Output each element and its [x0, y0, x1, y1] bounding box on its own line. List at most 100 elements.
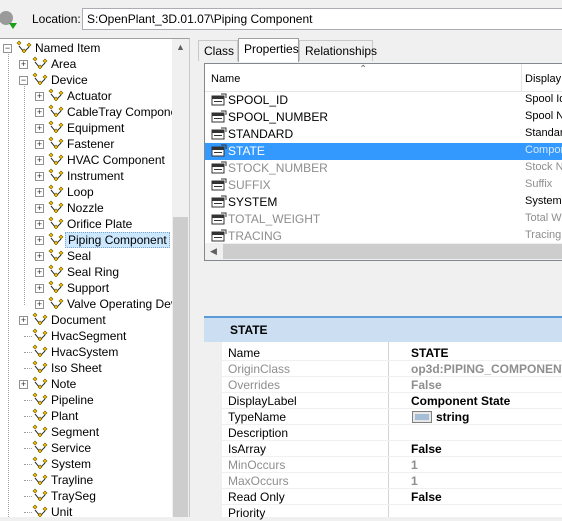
- app-status-icon[interactable]: [0, 8, 18, 30]
- tree-node-label[interactable]: HvacSegment: [49, 328, 128, 344]
- tree-node[interactable]: System: [0, 456, 172, 472]
- class-tree[interactable]: − Named Item + Area − Device + Actuator + CableTr…: [0, 38, 190, 517]
- tree-node[interactable]: + Equipment: [0, 120, 172, 136]
- expand-icon[interactable]: +: [19, 316, 28, 325]
- tree-node[interactable]: + Area: [0, 56, 172, 72]
- column-header-display-label[interactable]: Display L: [525, 73, 562, 85]
- tree-node[interactable]: Plant: [0, 408, 172, 424]
- expand-icon[interactable]: +: [35, 252, 44, 261]
- tree-node[interactable]: + Nozzle: [0, 200, 172, 216]
- list-scroll-thumb[interactable]: [223, 244, 562, 259]
- expand-icon[interactable]: +: [35, 92, 44, 101]
- tree-node[interactable]: Iso Sheet: [0, 360, 172, 376]
- tree-node-label[interactable]: Device: [49, 72, 90, 88]
- detail-row[interactable]: Read Only False: [222, 489, 562, 505]
- property-row[interactable]: SPOOL_NUMBER Spool Nu: [205, 109, 562, 126]
- tree-node-label[interactable]: Equipment: [65, 120, 126, 136]
- detail-row[interactable]: OriginClass op3d:PIPING_COMPONENT: [222, 361, 562, 377]
- property-row[interactable]: TOTAL_WEIGHT Total We: [205, 211, 562, 228]
- detail-value[interactable]: Component State: [411, 394, 510, 408]
- tree-node-label[interactable]: TraySeg: [49, 488, 98, 504]
- property-list[interactable]: ⌃ Name Display L SPOOL_ID Spool Id SPOOL_N…: [204, 63, 562, 261]
- expand-icon[interactable]: +: [35, 188, 44, 197]
- detail-value[interactable]: string: [436, 410, 469, 424]
- collapse-icon[interactable]: −: [3, 44, 12, 53]
- tree-node[interactable]: Segment: [0, 424, 172, 440]
- tree-node[interactable]: Pipeline: [0, 392, 172, 408]
- tree-node-label[interactable]: Valve Operating Devi: [65, 296, 182, 312]
- property-details-grid[interactable]: Name STATE OriginClass op3d:PIPING_COMPONEN…: [204, 342, 562, 521]
- expand-icon[interactable]: +: [35, 300, 44, 309]
- tree-node-label[interactable]: System: [49, 456, 93, 472]
- tree-node[interactable]: − Device: [0, 72, 172, 88]
- expand-icon[interactable]: +: [35, 156, 44, 165]
- tree-node-label[interactable]: CableTray Component: [65, 104, 189, 120]
- tree-scroll-thumb[interactable]: [173, 217, 188, 517]
- tree-node-label[interactable]: Orifice Plate: [65, 216, 134, 232]
- tree-scrollbar[interactable]: ▲: [172, 39, 189, 517]
- column-divider[interactable]: [521, 64, 522, 92]
- tree-node[interactable]: + HVAC Component: [0, 152, 172, 168]
- expand-icon[interactable]: +: [19, 380, 28, 389]
- tree-node-label[interactable]: Plant: [49, 408, 80, 424]
- scroll-left-arrow-icon[interactable]: ◀: [205, 243, 222, 260]
- tree-node[interactable]: − Named Item: [0, 40, 172, 56]
- expand-icon[interactable]: +: [19, 60, 28, 69]
- tree-node-label[interactable]: Instrument: [65, 168, 126, 184]
- expand-icon[interactable]: +: [35, 204, 44, 213]
- tree-node-label[interactable]: Unit: [49, 504, 74, 517]
- tree-node-label[interactable]: Nozzle: [65, 200, 106, 216]
- detail-value[interactable]: False: [411, 378, 442, 392]
- detail-value[interactable]: False: [411, 490, 442, 504]
- property-row[interactable]: SYSTEM System: [205, 194, 562, 211]
- detail-row[interactable]: IsArray False: [222, 441, 562, 457]
- tree-node[interactable]: + CableTray Component: [0, 104, 187, 120]
- tree-node[interactable]: TraySeg: [0, 488, 172, 504]
- tab-relationships[interactable]: Relationships: [299, 40, 377, 61]
- expand-icon[interactable]: +: [35, 124, 44, 133]
- detail-row[interactable]: DisplayLabel Component State: [222, 393, 562, 409]
- tree-node[interactable]: + Note: [0, 376, 172, 392]
- tree-node-label[interactable]: Area: [49, 56, 78, 72]
- expand-icon[interactable]: +: [35, 236, 44, 245]
- scroll-up-arrow-icon[interactable]: ▲: [172, 39, 189, 56]
- detail-row[interactable]: MaxOccurs 1: [222, 473, 562, 489]
- expand-icon[interactable]: +: [35, 172, 44, 181]
- column-header-name[interactable]: Name: [211, 73, 240, 85]
- list-horizontal-scrollbar[interactable]: ◀: [205, 243, 562, 260]
- tree-node-label[interactable]: Piping Component: [65, 232, 170, 248]
- expand-icon[interactable]: +: [35, 284, 44, 293]
- expand-icon[interactable]: +: [35, 108, 44, 117]
- detail-row[interactable]: Priority: [222, 505, 562, 521]
- tree-node[interactable]: + Orifice Plate: [0, 216, 172, 232]
- property-row[interactable]: SUFFIX Suffix: [205, 177, 562, 194]
- detail-row[interactable]: Overrides False: [222, 377, 562, 393]
- tab-properties[interactable]: Properties: [238, 38, 299, 62]
- detail-value[interactable]: STATE: [411, 346, 449, 360]
- tree-node-label[interactable]: Named Item: [33, 40, 102, 56]
- tree-node-label[interactable]: HVAC Component: [65, 152, 167, 168]
- tree-node[interactable]: Unit: [0, 504, 172, 517]
- tree-node[interactable]: + Valve Operating Devi: [0, 296, 180, 312]
- tree-node-label[interactable]: Seal: [65, 248, 93, 264]
- tree-node-label[interactable]: Trayline: [49, 472, 95, 488]
- detail-value[interactable]: op3d:PIPING_COMPONENT: [411, 362, 562, 376]
- property-row[interactable]: SPOOL_ID Spool Id: [205, 92, 562, 109]
- tree-node[interactable]: + Seal: [0, 248, 172, 264]
- tree-node-label[interactable]: Loop: [65, 184, 96, 200]
- tree-node-label[interactable]: Fastener: [65, 136, 116, 152]
- collapse-icon[interactable]: −: [19, 76, 28, 85]
- tree-node-label[interactable]: Pipeline: [49, 392, 96, 408]
- tree-node-label[interactable]: Actuator: [65, 88, 114, 104]
- tree-node[interactable]: Service: [0, 440, 172, 456]
- detail-row[interactable]: Description: [222, 425, 562, 441]
- tab-class[interactable]: Class: [198, 40, 238, 61]
- location-input[interactable]: S:OpenPlant_3D.01.07\Piping Component: [82, 8, 562, 30]
- tree-node[interactable]: + Instrument: [0, 168, 172, 184]
- expand-icon[interactable]: +: [35, 268, 44, 277]
- tree-node-label[interactable]: Note: [49, 376, 78, 392]
- detail-row[interactable]: TypeName string: [222, 409, 562, 425]
- tree-node[interactable]: + Actuator: [0, 88, 172, 104]
- tree-node[interactable]: HvacSegment: [0, 328, 172, 344]
- tree-node-label[interactable]: HvacSystem: [49, 344, 120, 360]
